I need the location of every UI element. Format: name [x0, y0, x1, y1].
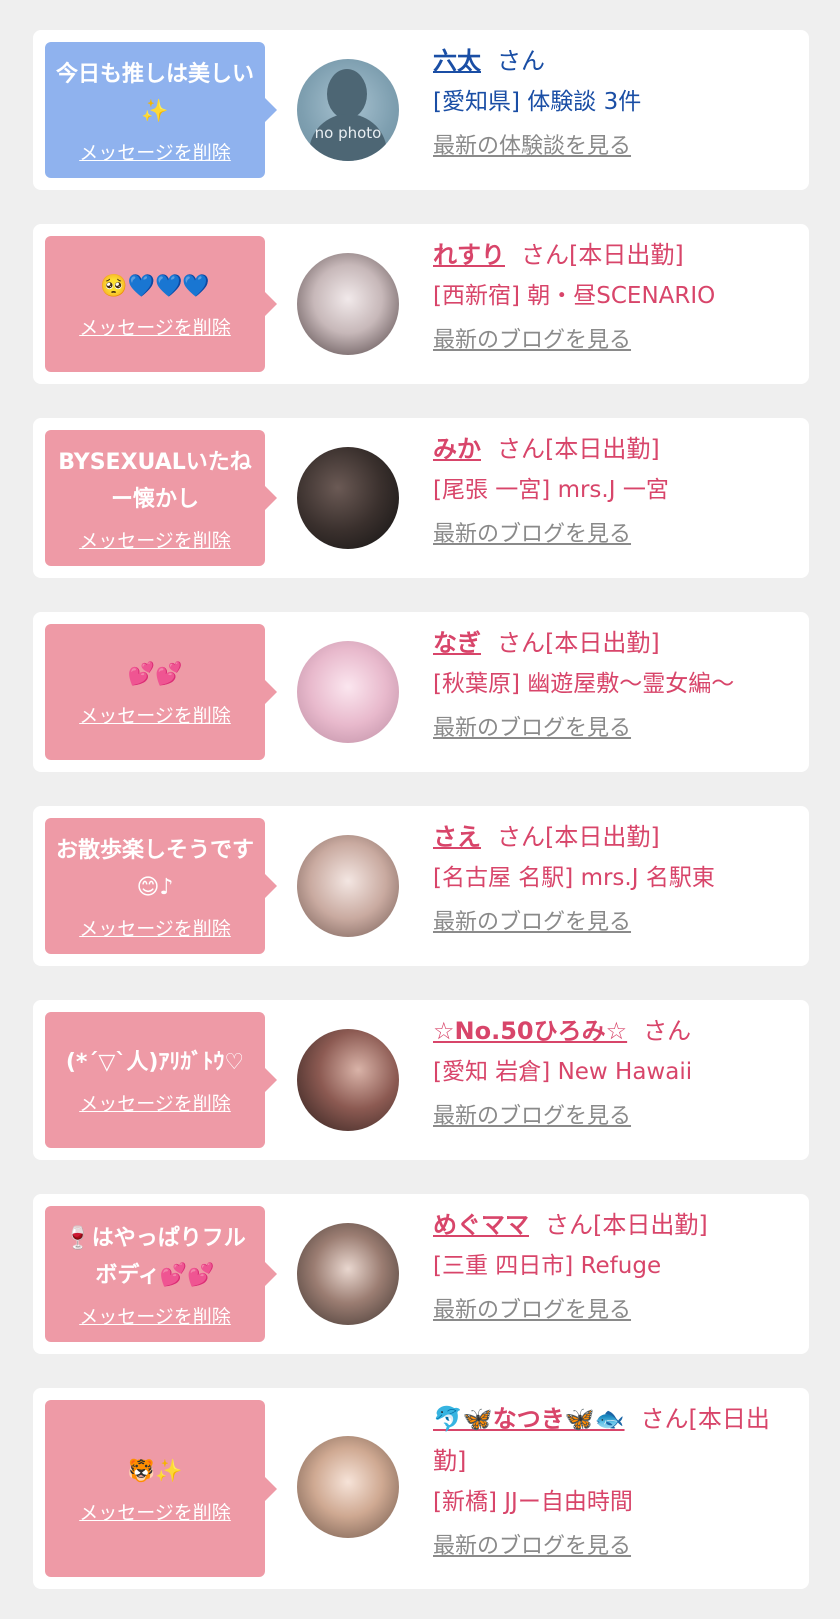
message-bubble: 💕💕 メッセージを削除	[45, 624, 277, 760]
name-suffix: さん[本日出勤]	[497, 823, 660, 851]
avatar[interactable]: no photo	[297, 59, 399, 161]
name-suffix: さん[本日出勤]	[545, 1211, 708, 1239]
message-text: お散歩楽しそうです😊♪	[55, 837, 254, 900]
avatar[interactable]	[297, 1436, 399, 1538]
avatar[interactable]	[297, 1029, 399, 1131]
user-info: さえ さん[本日出勤] [名古屋 名駅] mrs.J 名駅東 最新のブログを見る	[433, 816, 789, 936]
message-bubble: お散歩楽しそうです😊♪ メッセージを削除	[45, 818, 277, 954]
user-name-link[interactable]: めぐママ	[433, 1211, 529, 1239]
name-suffix: さん	[497, 47, 545, 75]
avatar[interactable]	[297, 447, 399, 549]
message-bubble: 今日も推しは美しい✨ メッセージを削除	[45, 42, 277, 178]
message-text: 🥺💙💙💙	[100, 274, 210, 299]
user-name-link[interactable]: みか	[433, 435, 481, 463]
shop-info: [愛知 岩倉] New Hawaii	[433, 1059, 693, 1085]
delete-message-link[interactable]: メッセージを削除	[79, 313, 231, 340]
avatar[interactable]	[297, 253, 399, 355]
latest-link[interactable]: 最新のブログを見る	[433, 904, 631, 936]
message-text: 🐯✨	[127, 1458, 183, 1484]
delete-message-link[interactable]: メッセージを削除	[79, 1498, 231, 1525]
user-info: なぎ さん[本日出勤] [秋葉原] 幽遊屋敷〜霊女編〜 最新のブログを見る	[433, 622, 789, 742]
user-info: みか さん[本日出勤] [尾張 一宮] mrs.J 一宮 最新のブログを見る	[433, 428, 789, 548]
message-text: 💕💕	[127, 662, 183, 687]
latest-link[interactable]: 最新のブログを見る	[433, 1528, 631, 1560]
user-info: ☆No.50ひろみ☆ さん [愛知 岩倉] New Hawaii 最新のブログを見…	[433, 1010, 789, 1130]
message-card: BYSEXUALいたねー懐かし メッセージを削除 みか さん[本日出勤] [尾張 …	[33, 418, 809, 578]
message-bubble: 🍷はやっぱりフルボディ💕💕 メッセージを削除	[45, 1206, 277, 1342]
message-text: 今日も推しは美しい✨	[55, 61, 254, 124]
silhouette-icon	[327, 69, 367, 119]
delete-message-link[interactable]: メッセージを削除	[79, 1302, 231, 1329]
message-bubble: (*´▽`人)ｱﾘｶﾞﾄｳ♡ メッセージを削除	[45, 1012, 277, 1148]
message-text: 🍷はやっぱりフルボディ💕💕	[64, 1225, 246, 1288]
shop-info: [名古屋 名駅] mrs.J 名駅東	[433, 865, 715, 891]
avatar[interactable]	[297, 641, 399, 743]
message-bubble: 🥺💙💙💙 メッセージを削除	[45, 236, 277, 372]
avatar[interactable]	[297, 835, 399, 937]
shop-info: [愛知県] 体験談 3件	[433, 89, 642, 115]
latest-link[interactable]: 最新のブログを見る	[433, 1098, 631, 1130]
user-name-link[interactable]: 🐬🦋なつき🦋🐟	[433, 1405, 625, 1433]
user-name-link[interactable]: 六太	[433, 47, 481, 75]
delete-message-link[interactable]: メッセージを削除	[79, 914, 231, 941]
avatar[interactable]	[297, 1223, 399, 1325]
delete-message-link[interactable]: メッセージを削除	[79, 138, 231, 165]
shop-info: [新橋] JJー自由時間	[433, 1489, 633, 1515]
latest-link[interactable]: 最新のブログを見る	[433, 1292, 631, 1324]
delete-message-link[interactable]: メッセージを削除	[79, 526, 231, 553]
shop-info: [尾張 一宮] mrs.J 一宮	[433, 477, 669, 503]
user-name-link[interactable]: ☆No.50ひろみ☆	[433, 1017, 627, 1045]
message-card: 🥺💙💙💙 メッセージを削除 れすり さん[本日出勤] [西新宿] 朝・昼SCENA…	[33, 224, 809, 384]
message-text: BYSEXUALいたねー懐かし	[58, 449, 252, 512]
name-suffix: さん[本日出勤]	[521, 241, 684, 269]
delete-message-link[interactable]: メッセージを削除	[79, 1089, 231, 1116]
message-bubble: BYSEXUALいたねー懐かし メッセージを削除	[45, 430, 277, 566]
no-photo-label: no photo	[314, 124, 382, 142]
latest-link[interactable]: 最新の体験談を見る	[433, 128, 631, 160]
message-card: 今日も推しは美しい✨ メッセージを削除 no photo 六太 さん [愛知県] …	[33, 30, 809, 190]
user-name-link[interactable]: さえ	[433, 823, 481, 851]
user-name-link[interactable]: れすり	[433, 241, 505, 269]
message-card: 💕💕 メッセージを削除 なぎ さん[本日出勤] [秋葉原] 幽遊屋敷〜霊女編〜 最…	[33, 612, 809, 772]
delete-message-link[interactable]: メッセージを削除	[79, 701, 231, 728]
message-card: (*´▽`人)ｱﾘｶﾞﾄｳ♡ メッセージを削除 ☆No.50ひろみ☆ さん [愛知…	[33, 1000, 809, 1160]
name-suffix: さん[本日出勤]	[497, 435, 660, 463]
latest-link[interactable]: 最新のブログを見る	[433, 322, 631, 354]
message-card: お散歩楽しそうです😊♪ メッセージを削除 さえ さん[本日出勤] [名古屋 名駅]…	[33, 806, 809, 966]
message-list: 今日も推しは美しい✨ メッセージを削除 no photo 六太 さん [愛知県] …	[0, 0, 840, 1619]
user-info: れすり さん[本日出勤] [西新宿] 朝・昼SCENARIO 最新のブログを見る	[433, 234, 789, 354]
user-info: 六太 さん [愛知県] 体験談 3件 最新の体験談を見る	[433, 40, 789, 160]
name-suffix: さん	[643, 1017, 692, 1045]
message-card: 🍷はやっぱりフルボディ💕💕 メッセージを削除 めぐママ さん[本日出勤] [三重 …	[33, 1194, 809, 1354]
user-info: めぐママ さん[本日出勤] [三重 四日市] Refuge 最新のブログを見る	[433, 1204, 789, 1324]
shop-info: [西新宿] 朝・昼SCENARIO	[433, 283, 716, 309]
shop-info: [秋葉原] 幽遊屋敷〜霊女編〜	[433, 671, 735, 697]
shop-info: [三重 四日市] Refuge	[433, 1253, 662, 1279]
latest-link[interactable]: 最新のブログを見る	[433, 516, 631, 548]
latest-link[interactable]: 最新のブログを見る	[433, 710, 631, 742]
message-card: 🐯✨ メッセージを削除 🐬🦋なつき🦋🐟 さん[本日出勤] [新橋] JJー自由時間…	[33, 1388, 809, 1589]
message-bubble: 🐯✨ メッセージを削除	[45, 1400, 277, 1577]
user-info: 🐬🦋なつき🦋🐟 さん[本日出勤] [新橋] JJー自由時間 最新のブログを見る	[433, 1398, 789, 1560]
message-text: (*´▽`人)ｱﾘｶﾞﾄｳ♡	[65, 1050, 245, 1075]
user-name-link[interactable]: なぎ	[433, 629, 481, 657]
name-suffix: さん[本日出勤]	[497, 629, 660, 657]
